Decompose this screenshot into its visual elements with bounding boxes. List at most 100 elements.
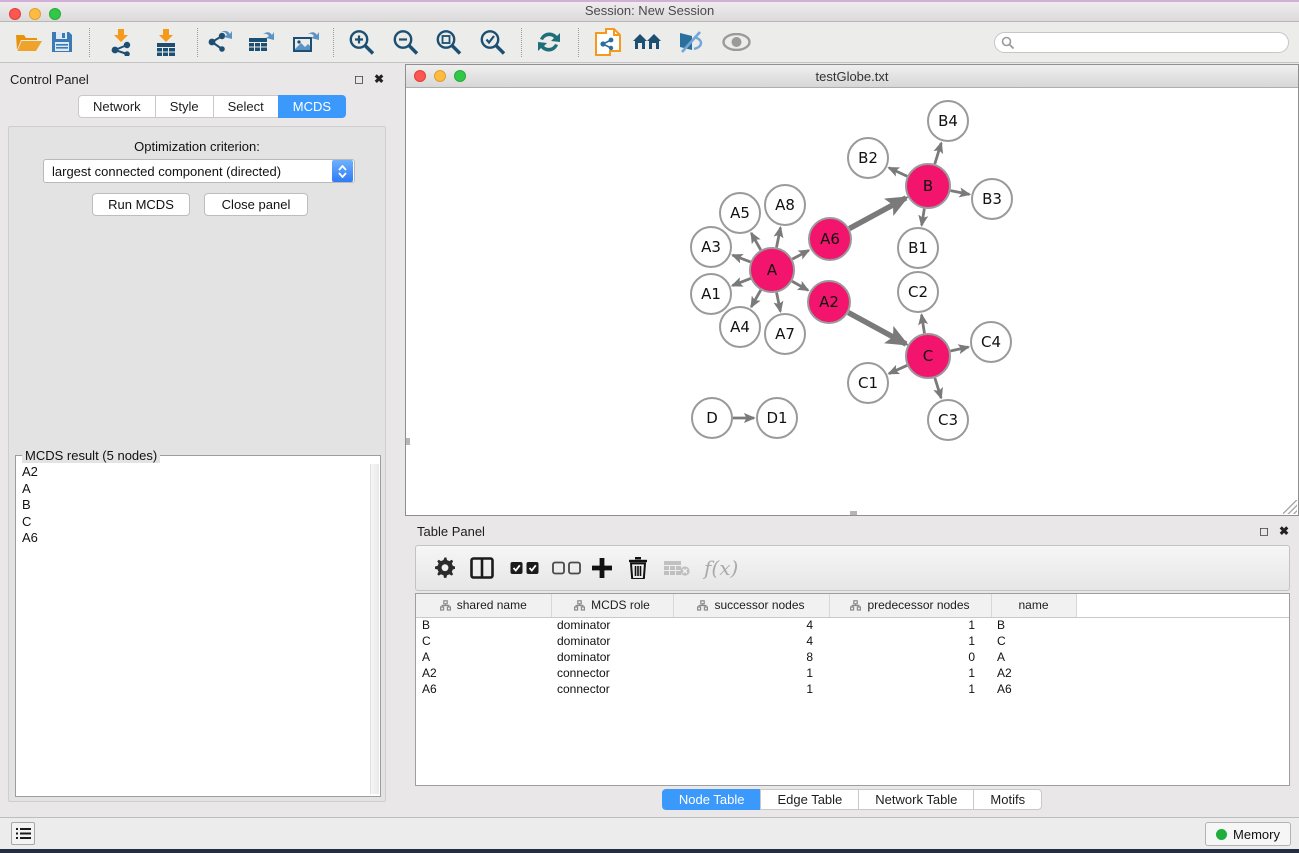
mcds-result-list[interactable]: A2ABCA6 [17,464,371,794]
result-list-scrollbar[interactable] [370,464,379,794]
application-window: Session: New Session [0,0,1299,853]
add-column-icon[interactable] [592,558,612,578]
export-table-icon[interactable] [247,28,275,56]
tab-style[interactable]: Style [155,95,213,118]
save-session-icon[interactable] [50,30,74,54]
clone-network-icon[interactable] [594,27,622,57]
tab-mcds[interactable]: MCDS [278,95,346,118]
graph-node-label-B3: B3 [982,190,1002,208]
column-header-successor-nodes[interactable]: successor nodes [673,594,829,617]
table-row[interactable]: Adominator80A [416,649,1289,665]
node-table[interactable]: shared name MCDS role successor nodes pr… [415,593,1290,786]
graph-edge-B-B3[interactable] [951,191,970,195]
close-panel-button[interactable]: Close panel [204,193,308,216]
tab-motifs[interactable]: Motifs [973,789,1042,810]
graph-edge-C-C3[interactable] [935,378,941,398]
column-header-shared-name[interactable]: shared name [416,594,551,617]
tab-edge-table[interactable]: Edge Table [760,789,858,810]
graph-edge-B-B2[interactable] [889,168,907,177]
export-image-icon[interactable] [292,28,320,56]
export-network-icon[interactable] [205,28,233,56]
graph-edge-B-B4[interactable] [935,143,941,164]
run-mcds-button[interactable]: Run MCDS [92,193,190,216]
minimize-window-button[interactable] [29,8,41,20]
memory-button[interactable]: Memory [1205,822,1291,846]
apply-function-icon-disabled: f(x) [704,556,738,580]
hide-panel-icon[interactable] [676,30,704,54]
optimization-criterion-select[interactable]: largest connected component (directed) [43,159,355,183]
search-field[interactable] [994,32,1289,53]
tab-network[interactable]: Network [78,95,155,118]
network-canvas[interactable]: B4B2BB3A5A8A6A3B1AA1C2A2A4A7C4CC1DD1C3 [406,88,1298,515]
zoom-network-button[interactable] [454,70,466,82]
window-titlebar: Session: New Session [0,0,1299,22]
tab-network-table[interactable]: Network Table [858,789,973,810]
graph-edge-C-C2[interactable] [922,315,925,334]
show-columns-icon[interactable] [470,557,494,579]
network-window-titlebar[interactable]: testGlobe.txt [406,65,1298,88]
result-list-item[interactable]: C [17,514,371,531]
graph-edge-C-C1[interactable] [889,365,907,373]
select-all-rows-icon[interactable] [510,562,540,575]
zoom-in-icon[interactable] [348,29,375,56]
import-network-icon[interactable] [107,28,135,56]
result-list-item[interactable]: A [17,481,371,498]
result-list-item[interactable]: B [17,497,371,514]
refresh-icon[interactable] [536,29,562,55]
zoom-window-button[interactable] [49,8,61,20]
column-header-predecessor-nodes[interactable]: predecessor nodes [829,594,991,617]
show-panel-eye-icon[interactable] [722,33,751,51]
home-layout-icon[interactable] [632,31,663,53]
tab-select[interactable]: Select [213,95,278,118]
selected-option: largest connected component (directed) [44,164,332,179]
close-network-button[interactable] [414,70,426,82]
graph-edge-C-C4[interactable] [950,347,968,351]
table-row[interactable]: Bdominator41B [416,617,1289,633]
zoom-selected-icon[interactable] [479,29,506,56]
graph-edge-B-B1[interactable] [922,209,925,226]
tab-node-table[interactable]: Node Table [662,789,761,810]
search-input[interactable] [1015,36,1288,50]
graph-edge-A-A2[interactable] [792,281,808,290]
graph-edge-A-A5[interactable] [751,233,760,250]
table-row[interactable]: A6connector11A6 [416,681,1289,697]
float-panel-icon[interactable]: ◻ [354,72,364,86]
select-stepper-icon [332,160,353,182]
result-list-item[interactable]: A6 [17,530,371,547]
deselect-all-rows-icon[interactable] [552,562,582,575]
graph-edge-A-A7[interactable] [777,293,781,312]
column-header-name[interactable]: name [991,594,1076,617]
mcds-result-box: MCDS result (5 nodes) A2ABCA6 [15,455,381,797]
minimize-network-button[interactable] [434,70,446,82]
table-options-gear-icon[interactable] [434,558,455,579]
graph-edge-A-A8[interactable] [777,228,781,248]
zoom-fit-icon[interactable] [435,29,462,56]
graph-edge-A-A1[interactable] [732,278,750,285]
table-row[interactable]: A2connector11A2 [416,665,1289,681]
task-list-icon [16,827,31,840]
close-panel-icon[interactable]: ✖ [374,72,384,86]
result-list-item[interactable]: A2 [17,464,371,481]
graph-edge-A2-C[interactable] [848,313,906,344]
graph-node-label-B1: B1 [908,239,928,257]
open-file-icon[interactable] [15,31,42,53]
table-panel: Table Panel ◻ ✖ [405,517,1299,813]
table-row[interactable]: Cdominator41C [416,633,1289,649]
import-table-icon[interactable] [152,28,180,56]
graph-edge-A-A4[interactable] [751,290,760,307]
float-table-panel-icon[interactable]: ◻ [1259,524,1269,538]
header-filler [1076,594,1289,617]
column-header-mcds-role[interactable]: MCDS role [551,594,673,617]
graph-edge-A6-B[interactable] [849,198,906,229]
graph-edge-A-A3[interactable] [733,255,751,262]
close-window-button[interactable] [9,8,21,20]
zoom-out-icon[interactable] [392,29,419,56]
graph-node-label-A6: A6 [820,230,840,248]
column-type-icon [440,600,451,611]
task-history-button[interactable] [11,822,35,845]
delete-column-trash-icon[interactable] [628,557,648,579]
graph-edge-A-A6[interactable] [792,250,809,259]
window-resize-grip[interactable] [1283,500,1297,514]
close-table-panel-icon[interactable]: ✖ [1279,524,1289,538]
table-tabs: Node Table Edge Table Network Table Moti… [405,789,1299,810]
